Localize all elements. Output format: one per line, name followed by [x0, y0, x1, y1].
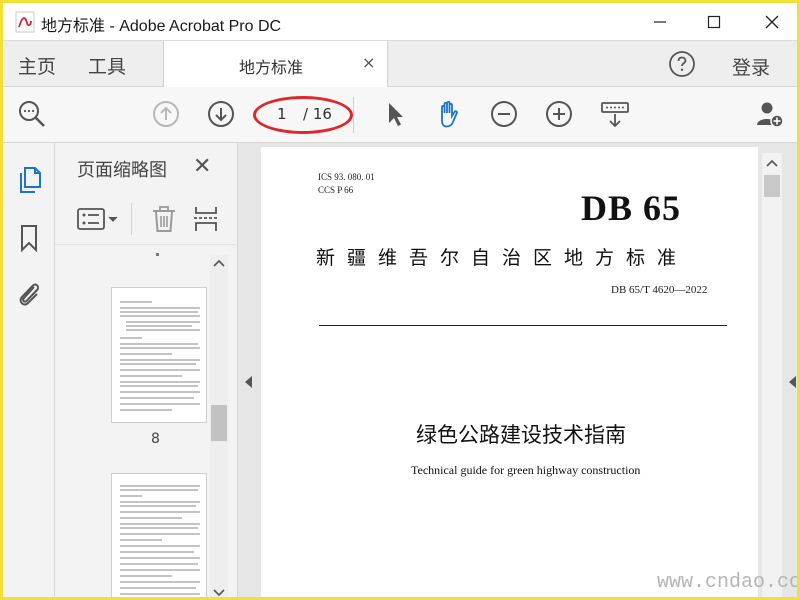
title-bar: 地方标准 - Adobe Acrobat Pro DC: [3, 3, 797, 41]
keyboard-scroll-icon[interactable]: [600, 99, 630, 129]
scroll-up-icon[interactable]: [213, 259, 225, 267]
ics-ccs-codes: ICS 93. 080. 01 CCS P 66: [318, 171, 375, 197]
site-watermark: www.cndao.com: [657, 571, 800, 594]
ics-code: ICS 93. 080. 01: [318, 172, 375, 182]
minimize-button[interactable]: [637, 7, 683, 37]
document-tab-label: 地方标准: [239, 58, 304, 77]
scroll-down-icon[interactable]: [213, 589, 225, 597]
thumbnail-options-icon[interactable]: [77, 208, 119, 230]
hand-tool-icon[interactable]: [434, 99, 464, 129]
select-cursor-icon[interactable]: [380, 99, 410, 129]
menu-tools[interactable]: 工具: [88, 52, 126, 79]
zoom-in-icon[interactable]: [544, 99, 574, 129]
close-icon: [765, 15, 779, 29]
pdf-page: ICS 93. 080. 01 CCS P 66 DB 65 新疆维吾尔自治区地…: [261, 147, 758, 597]
thumbnail-page[interactable]: [111, 287, 207, 423]
red-highlight-oval: [253, 96, 353, 134]
document-title-english: Technical guide for green highway constr…: [411, 463, 641, 477]
region-standard-heading: 新疆维吾尔自治区地方标准: [316, 247, 689, 269]
document-tab[interactable]: 地方标准 ×: [163, 41, 388, 87]
document-scroll-up-icon[interactable]: [766, 159, 778, 167]
next-page-icon[interactable]: [206, 99, 236, 129]
thumbnail-scrollbar[interactable]: [210, 255, 228, 597]
menu-home[interactable]: 主页: [18, 52, 56, 79]
standard-number: DB 65/T 4620—2022: [611, 284, 708, 296]
page-thumbnails-icon[interactable]: [15, 165, 43, 195]
close-window-button[interactable]: [749, 7, 795, 37]
page-number-box[interactable]: 1 / 16: [253, 96, 353, 134]
standard-code: DB 65: [581, 188, 682, 228]
ccs-code: CCS P 66: [318, 185, 354, 195]
header-rule: [319, 325, 727, 326]
menu-bar: 主页 工具 地方标准 × 登录: [3, 41, 797, 87]
document-scrollbar[interactable]: [762, 153, 782, 597]
delete-page-icon[interactable]: [151, 205, 177, 233]
document-title-chinese: 绿色公路建设技术指南: [416, 423, 626, 447]
thumbnail-page-next[interactable]: [111, 473, 207, 597]
search-icon[interactable]: [17, 99, 47, 129]
app-window: 地方标准 - Adobe Acrobat Pro DC 主页 工具 地方标准 ×…: [0, 0, 800, 600]
bookmark-icon[interactable]: [15, 223, 43, 253]
expand-right-panel-icon[interactable]: [787, 375, 797, 389]
split-page-icon[interactable]: [193, 205, 219, 233]
zoom-out-icon[interactable]: [489, 99, 519, 129]
maximize-button[interactable]: [691, 7, 737, 37]
thumbnail-panel-title: 页面缩略图: [77, 160, 167, 181]
thumbnail-panel: 页面缩略图 ✕ 8: [55, 143, 238, 597]
maximize-icon: [707, 15, 721, 29]
acrobat-logo-icon: [15, 11, 35, 33]
login-link[interactable]: 登录: [732, 53, 770, 80]
document-viewer[interactable]: ICS 93. 080. 01 CCS P 66 DB 65 新疆维吾尔自治区地…: [238, 143, 797, 597]
document-scrollbar-thumb[interactable]: [764, 175, 780, 197]
attachment-icon[interactable]: [15, 279, 43, 309]
thumbnail-list[interactable]: 8: [55, 247, 210, 597]
thumbnail-tools: [55, 195, 238, 245]
document-tab-close-button[interactable]: ×: [362, 53, 375, 72]
thumbnail-tools-separator: [131, 203, 132, 235]
window-title: 地方标准 - Adobe Acrobat Pro DC: [41, 18, 282, 35]
share-user-icon[interactable]: [755, 99, 785, 129]
toolbar: 1 / 16: [3, 87, 797, 143]
help-icon[interactable]: [668, 50, 696, 78]
toolbar-separator: [353, 97, 354, 133]
thumbnail-panel-close-button[interactable]: ✕: [193, 154, 211, 179]
thumbnail-page-next-text: [120, 485, 200, 595]
thumbnail-page-text: [120, 301, 200, 411]
thumbnail-previous-dot: [156, 253, 159, 256]
previous-page-icon[interactable]: [151, 99, 181, 129]
minimize-icon: [654, 21, 666, 23]
thumbnail-page-number: 8: [151, 431, 160, 447]
collapse-left-panel-icon[interactable]: [243, 375, 253, 389]
thumbnail-scrollbar-thumb[interactable]: [211, 405, 227, 441]
left-navigation-rail: [3, 143, 55, 597]
